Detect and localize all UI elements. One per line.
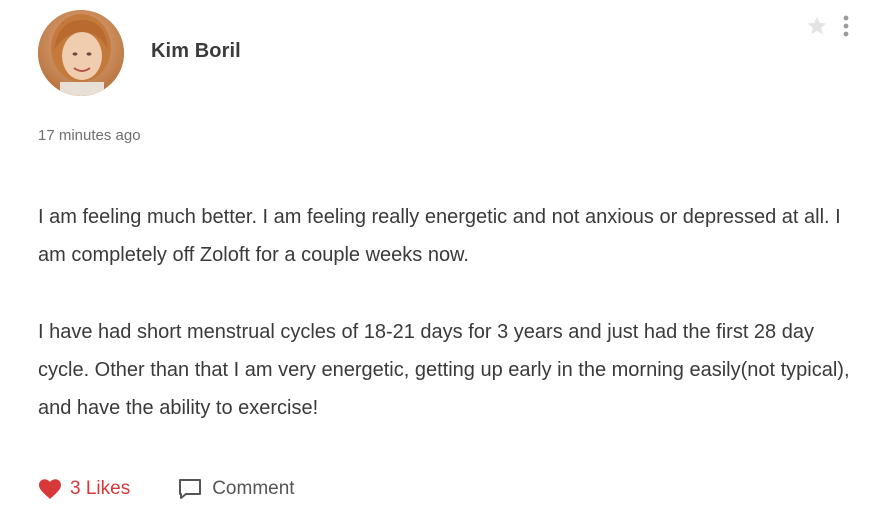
comment-button[interactable]: Comment bbox=[178, 478, 295, 500]
comment-label: Comment bbox=[212, 478, 295, 499]
avatar[interactable] bbox=[38, 10, 124, 96]
post-footer: 3 Likes Comment bbox=[38, 478, 295, 500]
post-timestamp: 17 minutes ago bbox=[38, 127, 141, 144]
author-name[interactable]: Kim Boril bbox=[151, 40, 241, 63]
comment-icon bbox=[178, 478, 202, 500]
likes-count: 3 Likes bbox=[70, 478, 131, 499]
like-button[interactable]: 3 Likes bbox=[38, 478, 130, 500]
post-paragraph: I am feeling much better. I am feeling r… bbox=[38, 206, 841, 266]
post-paragraph: I have had short menstrual cycles of 18-… bbox=[38, 321, 850, 419]
post-body: I am feeling much better. I am feeling r… bbox=[38, 198, 858, 466]
avatar-image bbox=[38, 10, 124, 96]
heart-icon bbox=[38, 478, 62, 500]
more-vertical-icon[interactable] bbox=[842, 15, 850, 37]
post-actions bbox=[806, 15, 850, 37]
star-icon[interactable] bbox=[806, 15, 828, 37]
